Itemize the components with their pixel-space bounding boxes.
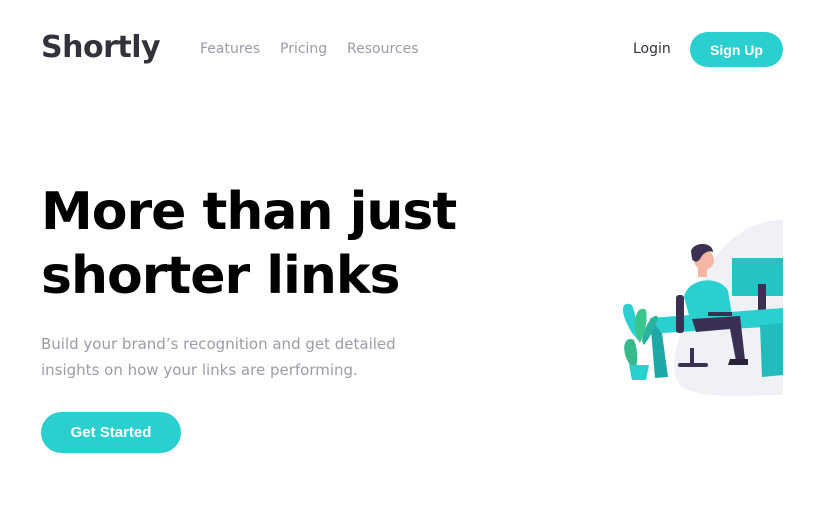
nav-link-features[interactable]: Features xyxy=(200,41,260,57)
working-illustration-svg xyxy=(622,220,783,396)
signup-button[interactable]: Sign Up xyxy=(690,32,783,67)
login-link[interactable]: Login xyxy=(633,41,671,57)
hero-subtitle: Build your brand’s recognition and get d… xyxy=(41,331,461,383)
nav-link-resources[interactable]: Resources xyxy=(347,41,419,57)
logo[interactable]: Shortly xyxy=(41,30,161,65)
hero-title: More than just shorter links xyxy=(41,180,511,308)
hero-title-line: More than just xyxy=(41,182,457,242)
hero-subtitle-line: insights on how your links are performin… xyxy=(41,361,358,379)
working-illustration xyxy=(610,215,783,400)
nav-link-pricing[interactable]: Pricing xyxy=(280,41,327,57)
hero-title-line: shorter links xyxy=(41,246,400,306)
get-started-button[interactable]: Get Started xyxy=(41,412,181,453)
site-header: Shortly Features Pricing Resources Login… xyxy=(0,0,824,100)
hero-subtitle-line: Build your brand’s recognition and get d… xyxy=(41,335,396,353)
